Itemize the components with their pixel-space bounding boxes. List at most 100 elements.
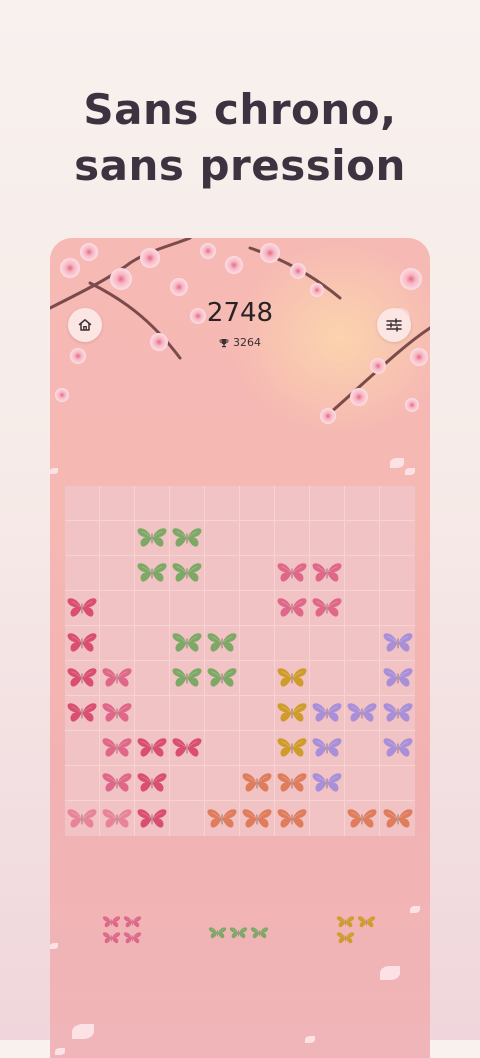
board-cell-filled[interactable]: [345, 696, 380, 731]
board-cell-filled[interactable]: [170, 521, 205, 556]
board-cell-empty[interactable]: [275, 486, 310, 521]
board-cell-empty[interactable]: [135, 591, 170, 626]
board-cell-filled[interactable]: [135, 766, 170, 801]
board-cell-empty[interactable]: [170, 591, 205, 626]
board-cell-empty[interactable]: [135, 486, 170, 521]
board-cell-filled[interactable]: [275, 696, 310, 731]
board-cell-filled[interactable]: [310, 766, 345, 801]
board-cell-empty[interactable]: [240, 696, 275, 731]
board-cell-filled[interactable]: [65, 626, 100, 661]
board-cell-empty[interactable]: [310, 661, 345, 696]
board-cell-empty[interactable]: [380, 766, 415, 801]
board-cell-filled[interactable]: [100, 766, 135, 801]
board-cell-filled[interactable]: [310, 556, 345, 591]
board-cell-empty[interactable]: [240, 521, 275, 556]
board-cell-filled[interactable]: [100, 661, 135, 696]
board-cell-empty[interactable]: [240, 661, 275, 696]
board-cell-empty[interactable]: [310, 486, 345, 521]
board-cell-empty[interactable]: [65, 556, 100, 591]
board-cell-empty[interactable]: [135, 661, 170, 696]
board-cell-filled[interactable]: [100, 801, 135, 836]
board-cell-empty[interactable]: [275, 626, 310, 661]
board-cell-empty[interactable]: [345, 486, 380, 521]
board-cell-filled[interactable]: [65, 661, 100, 696]
board-cell-empty[interactable]: [345, 591, 380, 626]
board-cell-empty[interactable]: [205, 731, 240, 766]
board-cell-filled[interactable]: [240, 801, 275, 836]
board-cell-filled[interactable]: [65, 696, 100, 731]
board-cell-empty[interactable]: [380, 556, 415, 591]
board-cell-filled[interactable]: [205, 626, 240, 661]
board-cell-filled[interactable]: [65, 801, 100, 836]
board-cell-filled[interactable]: [65, 591, 100, 626]
board-cell-empty[interactable]: [170, 766, 205, 801]
game-board[interactable]: [65, 486, 415, 836]
board-cell-empty[interactable]: [65, 521, 100, 556]
board-cell-filled[interactable]: [380, 801, 415, 836]
board-cell-empty[interactable]: [205, 591, 240, 626]
board-cell-empty[interactable]: [275, 521, 310, 556]
board-cell-empty[interactable]: [345, 521, 380, 556]
board-cell-filled[interactable]: [135, 521, 170, 556]
board-cell-filled[interactable]: [135, 801, 170, 836]
board-cell-empty[interactable]: [345, 661, 380, 696]
board-cell-empty[interactable]: [310, 626, 345, 661]
board-cell-filled[interactable]: [380, 661, 415, 696]
board-cell-filled[interactable]: [380, 731, 415, 766]
board-cell-empty[interactable]: [240, 591, 275, 626]
board-cell-empty[interactable]: [100, 591, 135, 626]
board-cell-empty[interactable]: [65, 766, 100, 801]
board-cell-empty[interactable]: [100, 521, 135, 556]
board-cell-filled[interactable]: [135, 556, 170, 591]
board-cell-empty[interactable]: [100, 626, 135, 661]
board-cell-empty[interactable]: [135, 696, 170, 731]
board-cell-filled[interactable]: [275, 661, 310, 696]
board-cell-filled[interactable]: [310, 591, 345, 626]
board-cell-filled[interactable]: [380, 696, 415, 731]
piece-gold[interactable]: [336, 914, 376, 944]
board-cell-filled[interactable]: [310, 731, 345, 766]
board-cell-empty[interactable]: [345, 766, 380, 801]
board-cell-filled[interactable]: [100, 731, 135, 766]
board-cell-filled[interactable]: [275, 591, 310, 626]
piece-rose[interactable]: [102, 914, 142, 944]
board-cell-empty[interactable]: [240, 731, 275, 766]
board-cell-empty[interactable]: [345, 731, 380, 766]
piece-green[interactable]: [208, 925, 269, 939]
board-cell-empty[interactable]: [65, 486, 100, 521]
board-cell-filled[interactable]: [310, 696, 345, 731]
board-cell-filled[interactable]: [380, 626, 415, 661]
board-cell-empty[interactable]: [240, 556, 275, 591]
board-cell-empty[interactable]: [345, 626, 380, 661]
board-cell-filled[interactable]: [135, 731, 170, 766]
board-cell-filled[interactable]: [275, 801, 310, 836]
board-cell-empty[interactable]: [100, 486, 135, 521]
board-cell-empty[interactable]: [100, 556, 135, 591]
board-cell-empty[interactable]: [205, 521, 240, 556]
board-cell-filled[interactable]: [205, 661, 240, 696]
board-cell-empty[interactable]: [205, 696, 240, 731]
board-cell-filled[interactable]: [275, 731, 310, 766]
board-cell-empty[interactable]: [310, 521, 345, 556]
board-cell-filled[interactable]: [170, 731, 205, 766]
board-cell-empty[interactable]: [170, 696, 205, 731]
board-cell-filled[interactable]: [275, 556, 310, 591]
board-cell-empty[interactable]: [205, 556, 240, 591]
board-cell-filled[interactable]: [100, 696, 135, 731]
board-cell-empty[interactable]: [240, 486, 275, 521]
board-cell-filled[interactable]: [170, 626, 205, 661]
board-cell-filled[interactable]: [345, 801, 380, 836]
board-cell-empty[interactable]: [345, 556, 380, 591]
board-cell-empty[interactable]: [380, 486, 415, 521]
board-cell-empty[interactable]: [380, 521, 415, 556]
board-cell-filled[interactable]: [275, 766, 310, 801]
board-cell-empty[interactable]: [310, 801, 345, 836]
board-cell-filled[interactable]: [170, 661, 205, 696]
board-cell-empty[interactable]: [170, 801, 205, 836]
board-cell-empty[interactable]: [205, 766, 240, 801]
board-cell-empty[interactable]: [170, 486, 205, 521]
board-cell-filled[interactable]: [240, 766, 275, 801]
board-cell-empty[interactable]: [65, 731, 100, 766]
board-cell-empty[interactable]: [135, 626, 170, 661]
board-cell-filled[interactable]: [170, 556, 205, 591]
